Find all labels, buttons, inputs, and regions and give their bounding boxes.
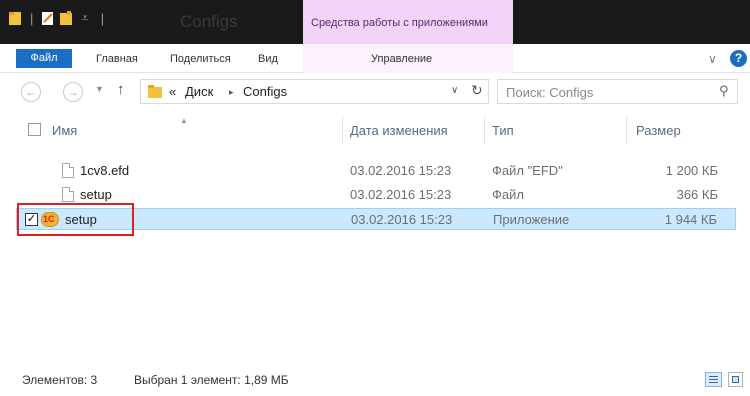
selection-info: Выбран 1 элемент: 1,89 МБ (134, 373, 289, 387)
recent-locations-icon[interactable]: ▼ (95, 84, 104, 94)
address-bar[interactable]: « Диск ▸ Configs ∨ ↻ (140, 79, 489, 104)
help-icon[interactable]: ? (730, 50, 747, 67)
column-divider[interactable] (342, 116, 343, 144)
context-tools-header: Средства работы с приложениями (303, 0, 513, 44)
file-type: Приложение (493, 212, 570, 227)
details-view-icon[interactable] (705, 372, 722, 387)
highlight-annotation (17, 203, 134, 236)
file-size: 1 200 КБ (665, 163, 718, 178)
large-icons-view-icon[interactable] (728, 372, 743, 387)
file-type: Файл "EFD" (492, 163, 563, 178)
tab-file[interactable]: Файл (16, 49, 72, 68)
forward-button[interactable]: → (63, 82, 83, 102)
chevron-down-icon[interactable]: ∨ (708, 52, 717, 66)
tab-manage-container: Управление (303, 44, 513, 73)
tab-share[interactable]: Поделиться (170, 53, 231, 65)
file-name: setup (80, 187, 112, 202)
column-date[interactable]: Дата изменения (350, 123, 448, 138)
navigation-bar: ← → ▼ ↑ « Диск ▸ Configs ∨ ↻ ⚲ (0, 74, 750, 110)
search-icon[interactable]: ⚲ (719, 83, 729, 99)
generic-file-icon (62, 163, 74, 178)
file-date: 03.02.2016 15:23 (351, 212, 453, 227)
folder-icon (148, 85, 162, 98)
file-type: Файл (492, 187, 524, 202)
refresh-icon[interactable]: ↻ (471, 82, 483, 99)
breadcrumb-disk[interactable]: Диск (185, 84, 213, 99)
breadcrumb-overflow[interactable]: « (169, 84, 176, 99)
item-count: Элементов: 3 (22, 373, 98, 387)
tab-view[interactable]: Вид (258, 53, 278, 65)
column-type[interactable]: Тип (492, 123, 514, 138)
file-date: 03.02.2016 15:23 (350, 187, 452, 202)
tab-home[interactable]: Главная (96, 53, 138, 65)
title-bar: | ⩡ | Configs Средства работы с приложен… (0, 0, 750, 44)
file-row[interactable]: 1cv8.efd 03.02.2016 15:23 Файл "EFD" 1 2… (16, 160, 736, 182)
toolbar-separator-2: | (100, 10, 105, 26)
breadcrumb-configs[interactable]: Configs (243, 84, 287, 99)
context-tools-label: Средства работы с приложениями (311, 17, 488, 29)
tab-manage[interactable]: Управление (371, 53, 432, 65)
sort-indicator-icon: ▲ (180, 116, 188, 125)
status-bar: Элементов: 3 Выбран 1 элемент: 1,89 МБ (0, 366, 750, 396)
customize-toolbar-icon[interactable]: ⩡ (81, 10, 88, 26)
search-box[interactable]: ⚲ (497, 79, 738, 104)
file-date: 03.02.2016 15:23 (350, 163, 452, 178)
window-title: Configs (180, 12, 238, 31)
ribbon-tabs: Файл Главная Поделиться Вид Управление ∨… (0, 44, 750, 73)
folder-icon[interactable] (8, 10, 22, 26)
file-size: 1 944 КБ (664, 212, 717, 227)
column-size[interactable]: Размер (636, 123, 681, 138)
column-name[interactable]: Имя (52, 123, 77, 138)
up-arrow-icon[interactable]: ↑ (117, 81, 125, 98)
file-size: 366 КБ (676, 187, 718, 202)
toolbar-separator: | (30, 10, 34, 26)
file-name: 1cv8.efd (80, 163, 130, 178)
chevron-down-icon[interactable]: ∨ (451, 85, 458, 96)
back-button[interactable]: ← (21, 82, 41, 102)
column-divider[interactable] (626, 116, 627, 144)
column-header: ▲ Имя Дата изменения Тип Размер (0, 116, 750, 144)
column-divider[interactable] (484, 116, 485, 144)
breadcrumb-separator[interactable]: ▸ (229, 87, 234, 98)
generic-file-icon (62, 187, 74, 202)
quick-access-toolbar: | ⩡ | (8, 10, 108, 26)
select-all-checkbox[interactable] (28, 123, 41, 136)
new-folder-icon[interactable] (59, 10, 73, 26)
search-input[interactable] (506, 83, 706, 101)
properties-icon[interactable] (41, 10, 55, 26)
